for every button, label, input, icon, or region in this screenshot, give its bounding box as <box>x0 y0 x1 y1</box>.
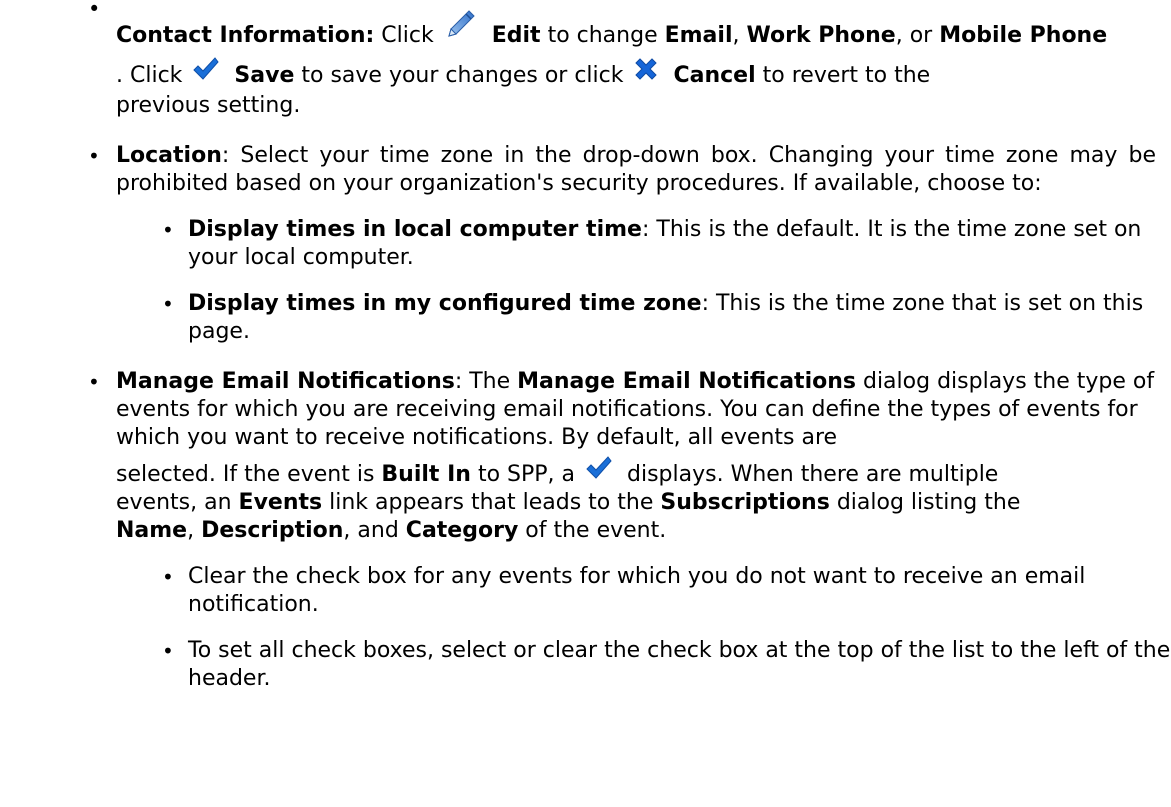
notifications-paragraph-2: selected. If the event is Built In to SP… <box>116 454 1166 545</box>
save-label: Save <box>234 63 295 88</box>
manage-notifications-label: Manage Email Notifications <box>116 369 455 394</box>
list-item-local-time: Display times in local computer time: Th… <box>156 216 1171 272</box>
work-phone-label: Work Phone <box>746 23 896 48</box>
notifications-sublist: Clear the check box for any events for w… <box>156 563 1171 693</box>
list-item-email-notifications: Manage Email Notifications: The Manage E… <box>0 368 1171 693</box>
location-paragraph: Location: Select your time zone in the d… <box>116 142 1156 198</box>
contact-information-label: Contact Information: <box>116 23 375 48</box>
list-item-contact-information: Contact Information: Click <box>0 0 1168 120</box>
clear-check-box-text: Clear the check box for any events for w… <box>188 564 1086 617</box>
set-all-check-boxes-text: To set all check boxes, select or clear … <box>188 638 1171 691</box>
notifications-text-5: displays. When there are multiple <box>627 462 999 487</box>
bullet-list: Contact Information: Click <box>0 0 1171 693</box>
mobile-label: Mobile Phone <box>939 23 1108 48</box>
to-change-text: to change <box>547 23 658 48</box>
notifications-text-9: of the event. <box>525 518 667 543</box>
click-text: Click <box>381 23 434 48</box>
document-body: Contact Information: Click <box>0 0 1171 693</box>
email-label: Email <box>664 23 733 48</box>
location-label: Location <box>116 143 222 168</box>
notifications-paragraph-1: Manage Email Notifications: The Manage E… <box>116 368 1166 452</box>
and-text: , and <box>343 518 399 543</box>
contact-line-1: Contact Information: Click <box>116 8 1168 56</box>
pencil-icon <box>445 8 477 54</box>
edit-label: Edit <box>491 23 541 48</box>
list-item-clear-check-box: Clear the check box for any events for w… <box>156 563 1148 619</box>
comma-text: , <box>187 518 195 543</box>
dot-click-text: . Click <box>116 63 183 88</box>
save-rest-text: to save your changes or click <box>301 63 624 88</box>
built-in-label: Built In <box>381 462 471 487</box>
events-link-label: Events <box>238 490 323 515</box>
comma-text: , <box>732 23 740 48</box>
cancel-rest-text: to revert to the <box>762 63 931 88</box>
manage-notifications-label-2: Manage Email Notifications <box>517 369 856 394</box>
notifications-text-3: selected. If the event is <box>116 462 375 487</box>
name-label: Name <box>116 518 188 543</box>
local-time-label: Display times in local computer time <box>188 217 642 242</box>
notifications-text-4: to SPP, a <box>477 462 575 487</box>
list-item-location: Location: Select your time zone in the d… <box>0 142 1168 346</box>
comma-or-text: , or <box>895 23 933 48</box>
notifications-line-fields: Name, Description, and Category of the e… <box>116 517 1166 545</box>
list-item-set-all-check-boxes: To set all check boxes, select or clear … <box>156 637 1171 693</box>
notifications-text-1: : The <box>454 369 511 394</box>
cancel-label: Cancel <box>673 63 756 88</box>
notifications-line-events: events, an Events link appears that lead… <box>116 489 1166 517</box>
notifications-text-6: events, an <box>116 490 232 515</box>
location-sublist: Display times in local computer time: Th… <box>156 216 1168 346</box>
notifications-text-8: dialog listing the <box>836 490 1021 515</box>
notifications-text-7: link appears that leads to the <box>329 490 654 515</box>
list-item-configured-time: Display times in my configured time zone… <box>156 290 1171 346</box>
x-icon <box>634 52 658 98</box>
checkmark-icon <box>586 454 612 494</box>
category-label: Category <box>405 518 519 543</box>
configured-time-label: Display times in my configured time zone <box>188 291 702 316</box>
location-text: : Select your time zone in the drop-down… <box>116 143 1156 196</box>
description-label: Description <box>201 518 344 543</box>
subscriptions-label: Subscriptions <box>660 490 830 515</box>
